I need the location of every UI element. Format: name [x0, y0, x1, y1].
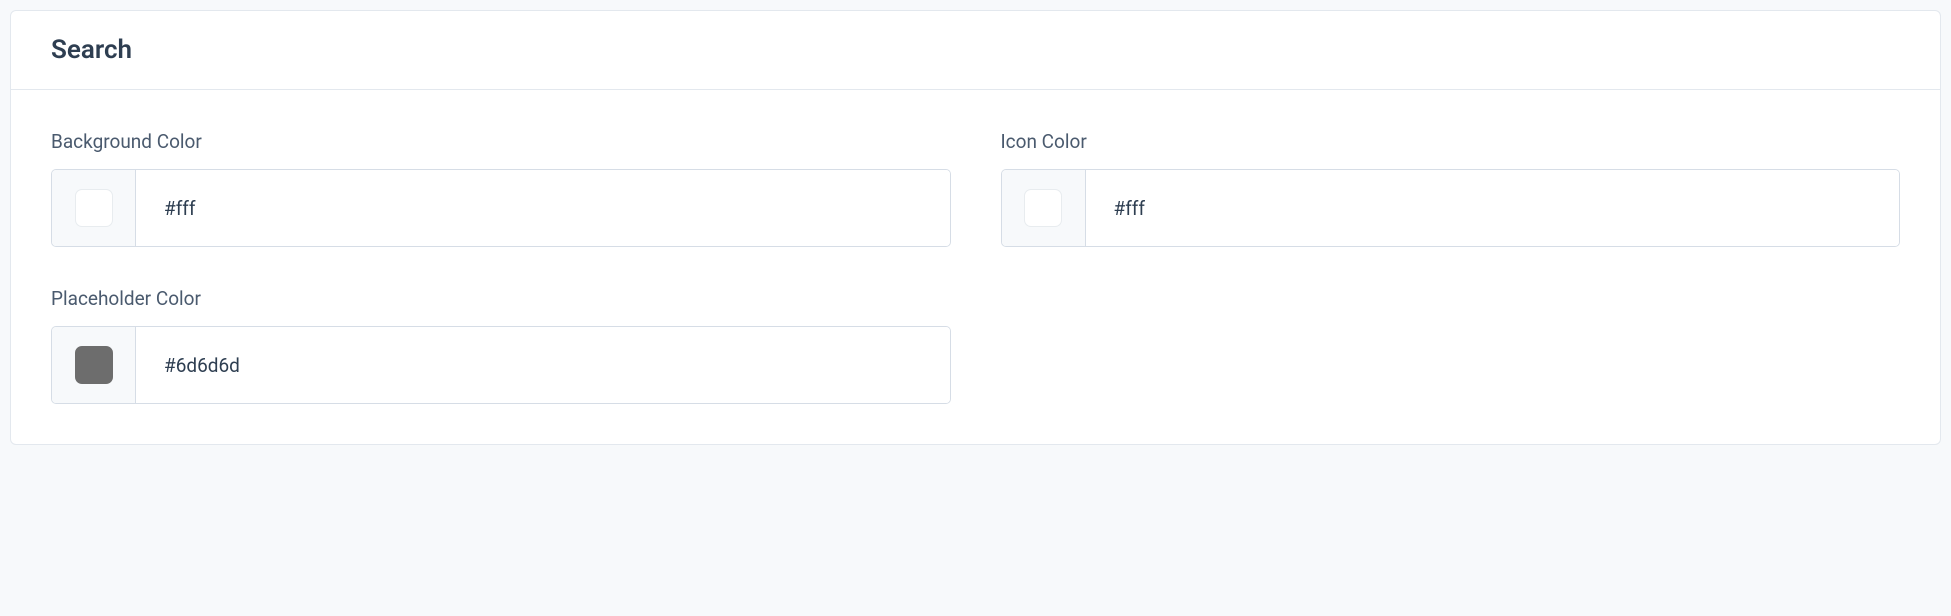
placeholder-color-input-wrapper	[51, 326, 951, 404]
placeholder-color-swatch-icon	[75, 346, 113, 384]
placeholder-color-group: Placeholder Color	[51, 287, 951, 404]
placeholder-color-swatch-button[interactable]	[52, 327, 136, 403]
section-title: Search	[51, 35, 1900, 65]
background-color-input[interactable]	[136, 170, 950, 246]
placeholder-color-input[interactable]	[136, 327, 950, 403]
icon-color-input[interactable]	[1086, 170, 1900, 246]
icon-color-group: Icon Color	[1001, 130, 1901, 247]
empty-grid-cell	[1001, 287, 1901, 404]
background-color-group: Background Color	[51, 130, 951, 247]
background-color-swatch-button[interactable]	[52, 170, 136, 246]
icon-color-label: Icon Color	[1001, 130, 1901, 153]
icon-color-swatch-icon	[1024, 189, 1062, 227]
background-color-input-wrapper	[51, 169, 951, 247]
card-body: Background Color Icon Color	[11, 90, 1940, 444]
icon-color-input-wrapper	[1001, 169, 1901, 247]
form-grid: Background Color Icon Color	[51, 130, 1900, 404]
search-settings-card: Search Background Color Icon Color	[10, 10, 1941, 445]
card-header: Search	[11, 11, 1940, 90]
placeholder-color-label: Placeholder Color	[51, 287, 951, 310]
icon-color-swatch-button[interactable]	[1002, 170, 1086, 246]
background-color-label: Background Color	[51, 130, 951, 153]
background-color-swatch-icon	[75, 189, 113, 227]
